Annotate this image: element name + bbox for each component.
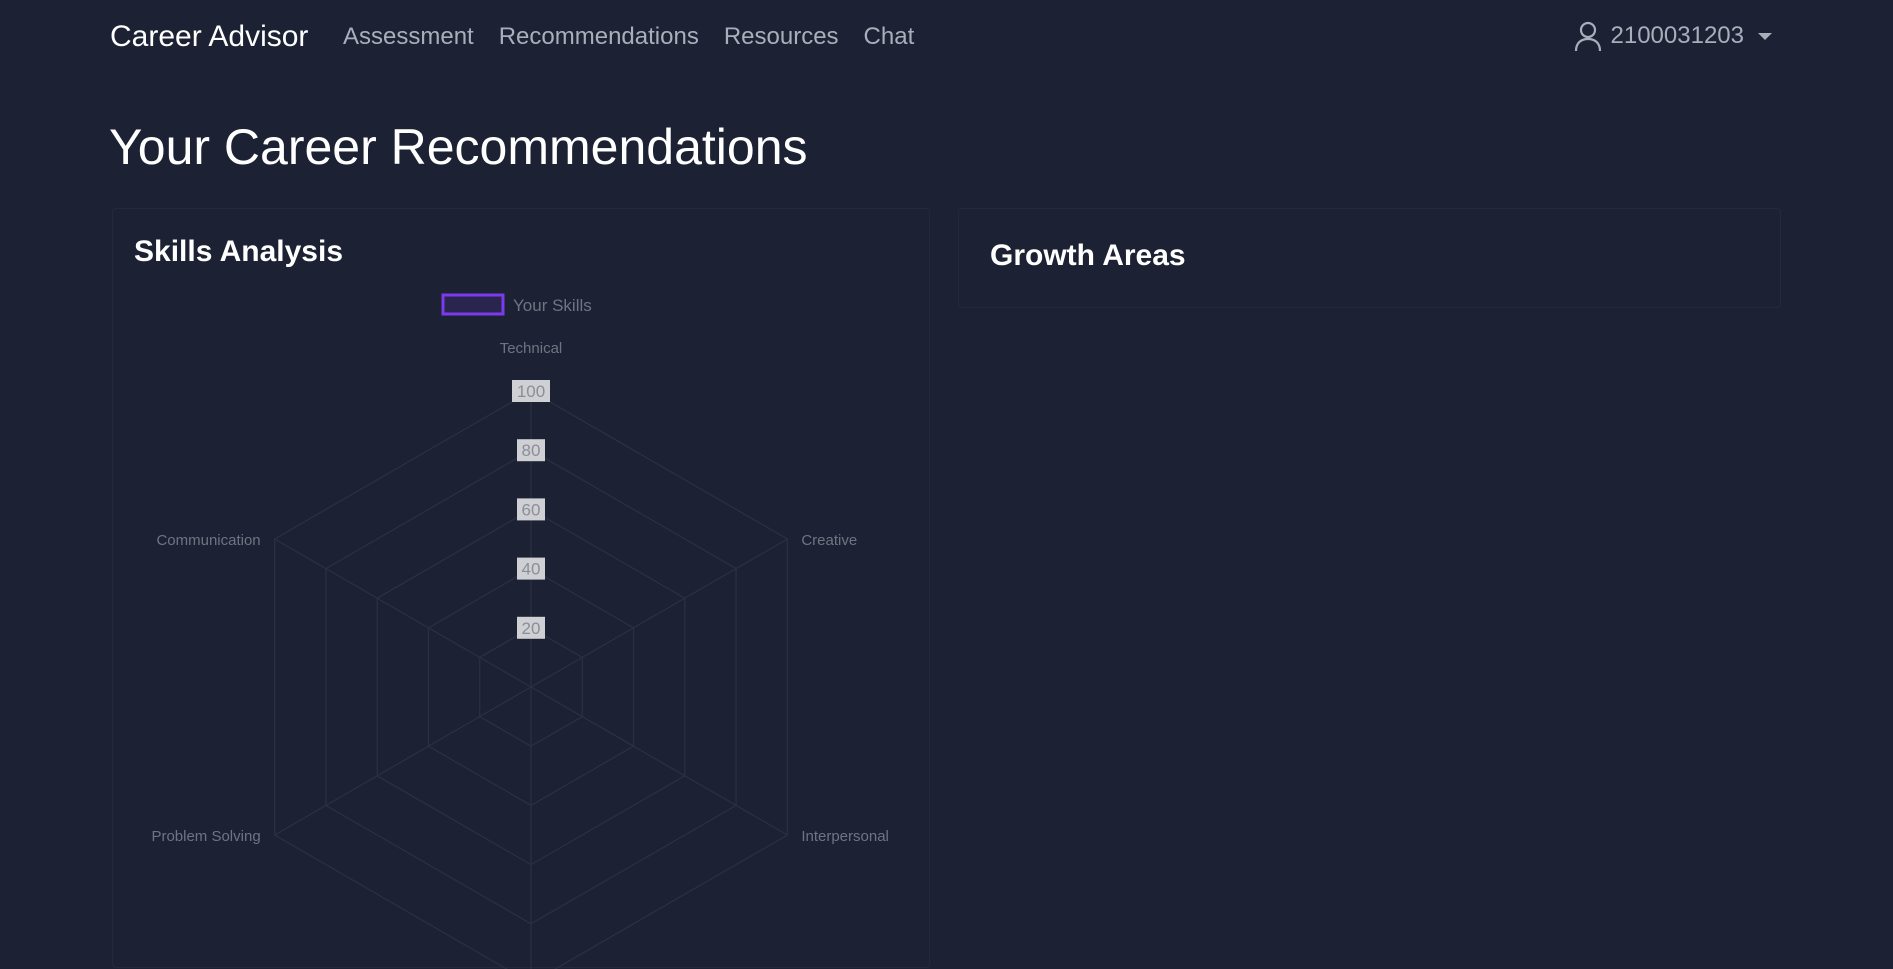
legend-label: Your Skills	[513, 296, 592, 315]
user-id: 2100031203	[1610, 22, 1744, 49]
growth-areas-card: Growth Areas	[958, 208, 1781, 308]
growth-areas-title: Growth Areas	[990, 239, 1186, 272]
radar-spoke	[274, 686, 532, 836]
navbar: Career Advisor Assessment Recommendation…	[0, 0, 1893, 78]
radar-axis-label: Interpersonal	[801, 828, 889, 845]
nav-link-resources[interactable]: Resources	[724, 23, 839, 51]
skills-analysis-card: Skills Analysis 20 40 60 80 100 Technical Crea…	[112, 208, 930, 969]
user-menu-dropdown[interactable]: 2100031203	[1573, 20, 1772, 52]
legend-swatch	[441, 293, 505, 316]
radar-tick-label: 100	[517, 382, 545, 401]
nav-links: Assessment Recommendations Resources Cha…	[343, 23, 914, 51]
brand-link[interactable]: Career Advisor	[110, 20, 308, 54]
radar-tick-label: 80	[522, 441, 541, 460]
radar-axis-label: Communication	[156, 532, 260, 549]
nav-link-chat[interactable]: Chat	[864, 23, 915, 51]
chevron-down-icon	[1758, 32, 1772, 40]
radar-axis-label: Technical	[500, 340, 563, 357]
radar-axis-label: Problem Solving	[151, 828, 260, 845]
skills-radar-chart: 20 40 60 80 100 Technical Creative Interpersona…	[151, 293, 889, 969]
user-icon	[1574, 21, 1601, 52]
radar-tick-label: 20	[522, 619, 541, 638]
radar-spoke	[530, 538, 788, 688]
nav-link-recommendations[interactable]: Recommendations	[499, 23, 699, 51]
radar-spoke	[530, 686, 788, 836]
radar-tick-label: 60	[522, 500, 541, 519]
radar-axis-label: Creative	[801, 532, 857, 549]
radar-spoke	[274, 538, 532, 688]
page-title: Your Career Recommendations	[109, 119, 808, 175]
nav-link-assessment[interactable]: Assessment	[343, 23, 474, 51]
radar-tick-label: 40	[522, 560, 541, 579]
